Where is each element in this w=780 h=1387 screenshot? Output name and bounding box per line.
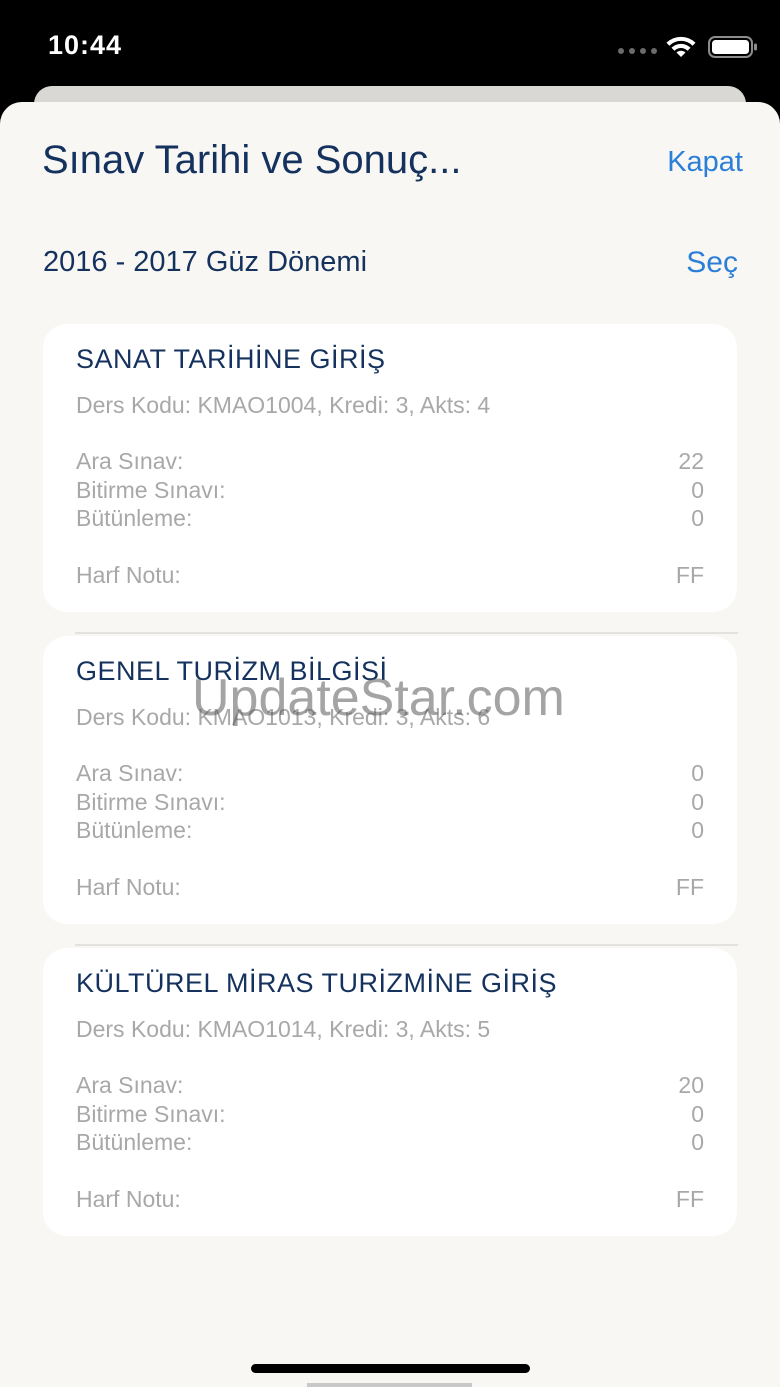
grade-value: 20 xyxy=(678,1072,704,1098)
course-name: SANAT TARİHİNE GİRİŞ xyxy=(76,344,386,374)
grade-label: Bütünleme: xyxy=(76,1129,193,1155)
grade-label: Ara Sınav: xyxy=(76,760,184,786)
grade-label: Bütünleme: xyxy=(76,817,193,843)
bottom-edge xyxy=(307,1383,472,1387)
home-indicator[interactable] xyxy=(251,1364,530,1373)
grade-value: 0 xyxy=(691,817,704,843)
grade-label: Ara Sınav: xyxy=(76,1072,184,1098)
letter-grade-value: FF xyxy=(675,1186,704,1212)
grade-row-midterm: Ara Sınav: 20 xyxy=(76,1072,704,1100)
grade-row-midterm: Ara Sınav: 22 xyxy=(76,448,704,476)
course-info: Ders Kodu: KMAO1004, Kredi: 3, Akts: 4 xyxy=(76,392,491,418)
divider xyxy=(75,944,738,946)
cellular-signal-icon xyxy=(618,48,657,54)
grade-value: 0 xyxy=(691,789,704,815)
letter-grade-label: Harf Notu: xyxy=(76,1186,181,1212)
grade-row-midterm: Ara Sınav: 0 xyxy=(76,760,704,788)
grade-row-makeup: Bütünleme: 0 xyxy=(76,1129,704,1157)
divider xyxy=(75,632,738,634)
close-button[interactable]: Kapat xyxy=(667,146,743,179)
grade-value: 0 xyxy=(691,505,704,531)
letter-grade-value: FF xyxy=(675,874,704,900)
grade-label: Bütünleme: xyxy=(76,505,193,531)
letter-grade-label: Harf Notu: xyxy=(76,874,181,900)
battery-icon xyxy=(708,36,757,58)
grade-label: Ara Sınav: xyxy=(76,448,184,474)
course-card: SANAT TARİHİNE GİRİŞ Ders Kodu: KMAO1004… xyxy=(43,324,737,612)
screen: 10:44 Sınav Tarihi ve Sonuç... Kapat 201… xyxy=(0,0,780,1387)
course-card: GENEL TURİZM BİLGİSİ Ders Kodu: KMAO1013… xyxy=(43,636,737,924)
letter-grade-value: FF xyxy=(675,562,704,588)
course-info: Ders Kodu: KMAO1013, Kredi: 3, Akts: 6 xyxy=(76,704,491,730)
select-term-button[interactable]: Seç xyxy=(686,246,738,280)
letter-grade-row: Harf Notu: FF xyxy=(76,562,704,590)
letter-grade-label: Harf Notu: xyxy=(76,562,181,588)
letter-grade-row: Harf Notu: FF xyxy=(76,874,704,902)
grade-row-final: Bitirme Sınavı: 0 xyxy=(76,1101,704,1129)
grade-value: 22 xyxy=(678,448,704,474)
grade-label: Bitirme Sınavı: xyxy=(76,477,226,503)
grade-value: 0 xyxy=(691,760,704,786)
grade-row-makeup: Bütünleme: 0 xyxy=(76,817,704,845)
grade-label: Bitirme Sınavı: xyxy=(76,789,226,815)
status-bar: 10:44 xyxy=(0,0,780,90)
page-title: Sınav Tarihi ve Sonuç... xyxy=(42,138,462,182)
wifi-icon xyxy=(666,36,696,57)
course-card: KÜLTÜREL MİRAS TURİZMİNE GİRİŞ Ders Kodu… xyxy=(43,948,737,1236)
grade-row-final: Bitirme Sınavı: 0 xyxy=(76,477,704,505)
grade-value: 0 xyxy=(691,1101,704,1127)
grade-value: 0 xyxy=(691,477,704,503)
grade-row-makeup: Bütünleme: 0 xyxy=(76,505,704,533)
grade-value: 0 xyxy=(691,1129,704,1155)
letter-grade-row: Harf Notu: FF xyxy=(76,1186,704,1214)
grade-row-final: Bitirme Sınavı: 0 xyxy=(76,789,704,817)
course-name: GENEL TURİZM BİLGİSİ xyxy=(76,656,388,686)
term-label: 2016 - 2017 Güz Dönemi xyxy=(43,246,368,278)
status-time: 10:44 xyxy=(48,30,123,60)
course-info: Ders Kodu: KMAO1014, Kredi: 3, Akts: 5 xyxy=(76,1016,491,1042)
course-name: KÜLTÜREL MİRAS TURİZMİNE GİRİŞ xyxy=(76,968,558,998)
grade-label: Bitirme Sınavı: xyxy=(76,1101,226,1127)
